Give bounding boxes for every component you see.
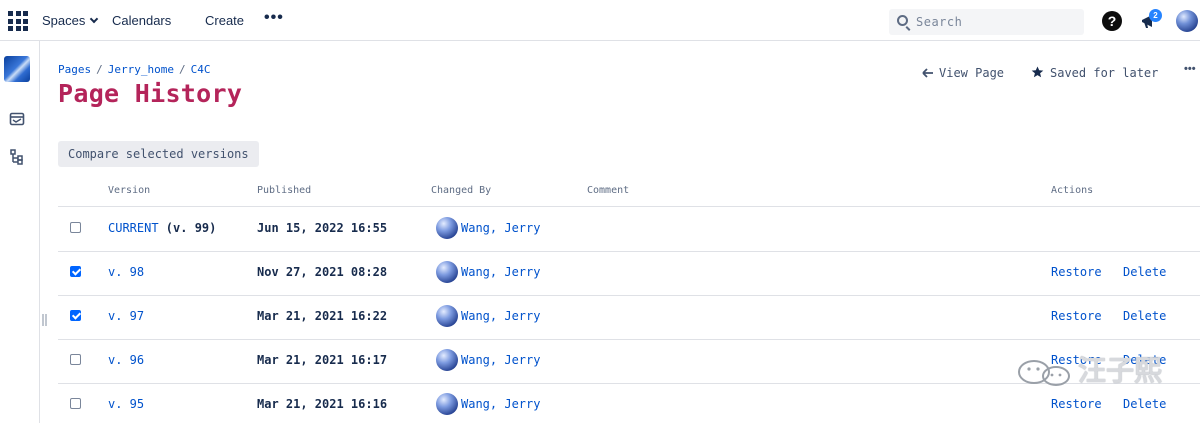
- version-cell: v. 98: [108, 265, 144, 279]
- breadcrumb-separator: /: [178, 63, 186, 76]
- published-date: Mar 21, 2021 16:16: [257, 397, 388, 411]
- avatar: [436, 305, 458, 327]
- notification-badge: 2: [1149, 9, 1162, 22]
- view-page-button[interactable]: View Page: [922, 66, 1004, 80]
- wechat-icon: [1018, 360, 1070, 386]
- space-logo[interactable]: [4, 56, 30, 82]
- version-cell: v. 96: [108, 353, 144, 367]
- row-checkbox[interactable]: [70, 398, 81, 409]
- spaces-menu[interactable]: Spaces: [42, 13, 99, 28]
- avatar: [436, 261, 458, 283]
- version-link[interactable]: v. 96: [108, 353, 144, 367]
- breadcrumb-item-jerry-home[interactable]: Jerry_home: [108, 63, 174, 76]
- published-date: Nov 27, 2021 08:28: [257, 265, 388, 279]
- table-row: v. 97 Mar 21, 2021 16:22 Wang, Jerry Res…: [58, 295, 1200, 339]
- version-link[interactable]: v. 95: [108, 397, 144, 411]
- chevron-down-icon: [90, 14, 99, 24]
- user-avatar[interactable]: [1176, 10, 1198, 32]
- page-tree-icon[interactable]: [9, 149, 25, 165]
- version-cell: v. 97: [108, 309, 144, 323]
- table-row: v. 98 Nov 27, 2021 08:28 Wang, Jerry Res…: [58, 251, 1200, 295]
- view-page-label: View Page: [939, 66, 1005, 80]
- calendars-link[interactable]: Calendars: [112, 13, 171, 28]
- header-actions: Actions: [1051, 185, 1094, 196]
- watermark-text: 汪子熙: [1078, 355, 1163, 386]
- search-input[interactable]: Search: [889, 9, 1084, 35]
- avatar: [436, 349, 458, 371]
- calendar-icon[interactable]: [9, 111, 25, 127]
- row-checkbox[interactable]: [70, 354, 81, 365]
- breadcrumb-item-pages[interactable]: Pages: [58, 63, 91, 76]
- avatar: [436, 217, 458, 239]
- app-switcher-icon[interactable]: [8, 11, 28, 31]
- breadcrumb-item-c4c[interactable]: C4C: [191, 63, 211, 76]
- header-published: Published: [257, 185, 312, 196]
- delete-link[interactable]: Delete: [1123, 397, 1166, 411]
- header-changed-by: Changed By: [431, 185, 492, 196]
- top-navigation-bar: Spaces Calendars Create ••• Search ? 2: [0, 0, 1200, 41]
- saved-for-later-button[interactable]: Saved for later: [1031, 66, 1158, 80]
- create-button[interactable]: Create: [205, 13, 244, 28]
- search-placeholder: Search: [916, 15, 963, 29]
- breadcrumb-separator: /: [96, 63, 103, 76]
- user-name[interactable]: Wang, Jerry: [461, 353, 540, 367]
- star-icon: [1031, 66, 1044, 78]
- delete-link[interactable]: Delete: [1123, 265, 1166, 279]
- version-link[interactable]: v. 97: [108, 309, 144, 323]
- row-checkbox[interactable]: [70, 310, 81, 321]
- more-menu-icon[interactable]: •••: [264, 9, 284, 27]
- restore-link[interactable]: Restore: [1051, 265, 1102, 279]
- user-name[interactable]: Wang, Jerry: [461, 265, 540, 279]
- spaces-label: Spaces: [42, 13, 86, 28]
- help-icon[interactable]: ?: [1102, 11, 1122, 31]
- back-arrow-icon: [922, 68, 933, 78]
- user-name[interactable]: Wang, Jerry: [461, 397, 540, 411]
- table-row: CURRENT (v. 99) Jun 15, 2022 16:55 Wang,…: [58, 207, 1200, 251]
- row-checkbox[interactable]: [70, 266, 81, 277]
- avatar: [436, 393, 458, 415]
- table-row: v. 95 Mar 21, 2021 16:16 Wang, Jerry Res…: [58, 383, 1200, 423]
- compare-versions-button[interactable]: Compare selected versions: [58, 141, 259, 167]
- breadcrumb: Pages / Jerry_home / C4C: [58, 63, 210, 76]
- left-sidebar: [0, 41, 40, 423]
- search-icon: [897, 15, 908, 26]
- row-checkbox[interactable]: [70, 222, 81, 233]
- version-cell: v. 95: [108, 397, 144, 411]
- sidebar-resize-handle[interactable]: [42, 314, 47, 326]
- saved-label: Saved for later: [1050, 66, 1159, 80]
- version-number: (v. 99): [158, 221, 217, 235]
- delete-link[interactable]: Delete: [1123, 309, 1166, 323]
- version-link[interactable]: CURRENT: [108, 221, 159, 235]
- header-version: Version: [108, 185, 151, 196]
- restore-link[interactable]: Restore: [1051, 309, 1102, 323]
- restore-link[interactable]: Restore: [1051, 397, 1102, 411]
- version-cell: CURRENT (v. 99): [108, 221, 216, 235]
- user-name[interactable]: Wang, Jerry: [461, 221, 540, 235]
- published-date: Mar 21, 2021 16:17: [257, 353, 388, 367]
- published-date: Jun 15, 2022 16:55: [257, 221, 388, 235]
- page-more-icon[interactable]: •••: [1184, 63, 1196, 75]
- version-link[interactable]: v. 98: [108, 265, 144, 279]
- user-name[interactable]: Wang, Jerry: [461, 309, 540, 323]
- published-date: Mar 21, 2021 16:22: [257, 309, 388, 323]
- header-comment: Comment: [587, 185, 630, 196]
- page-title: Page History: [58, 79, 243, 108]
